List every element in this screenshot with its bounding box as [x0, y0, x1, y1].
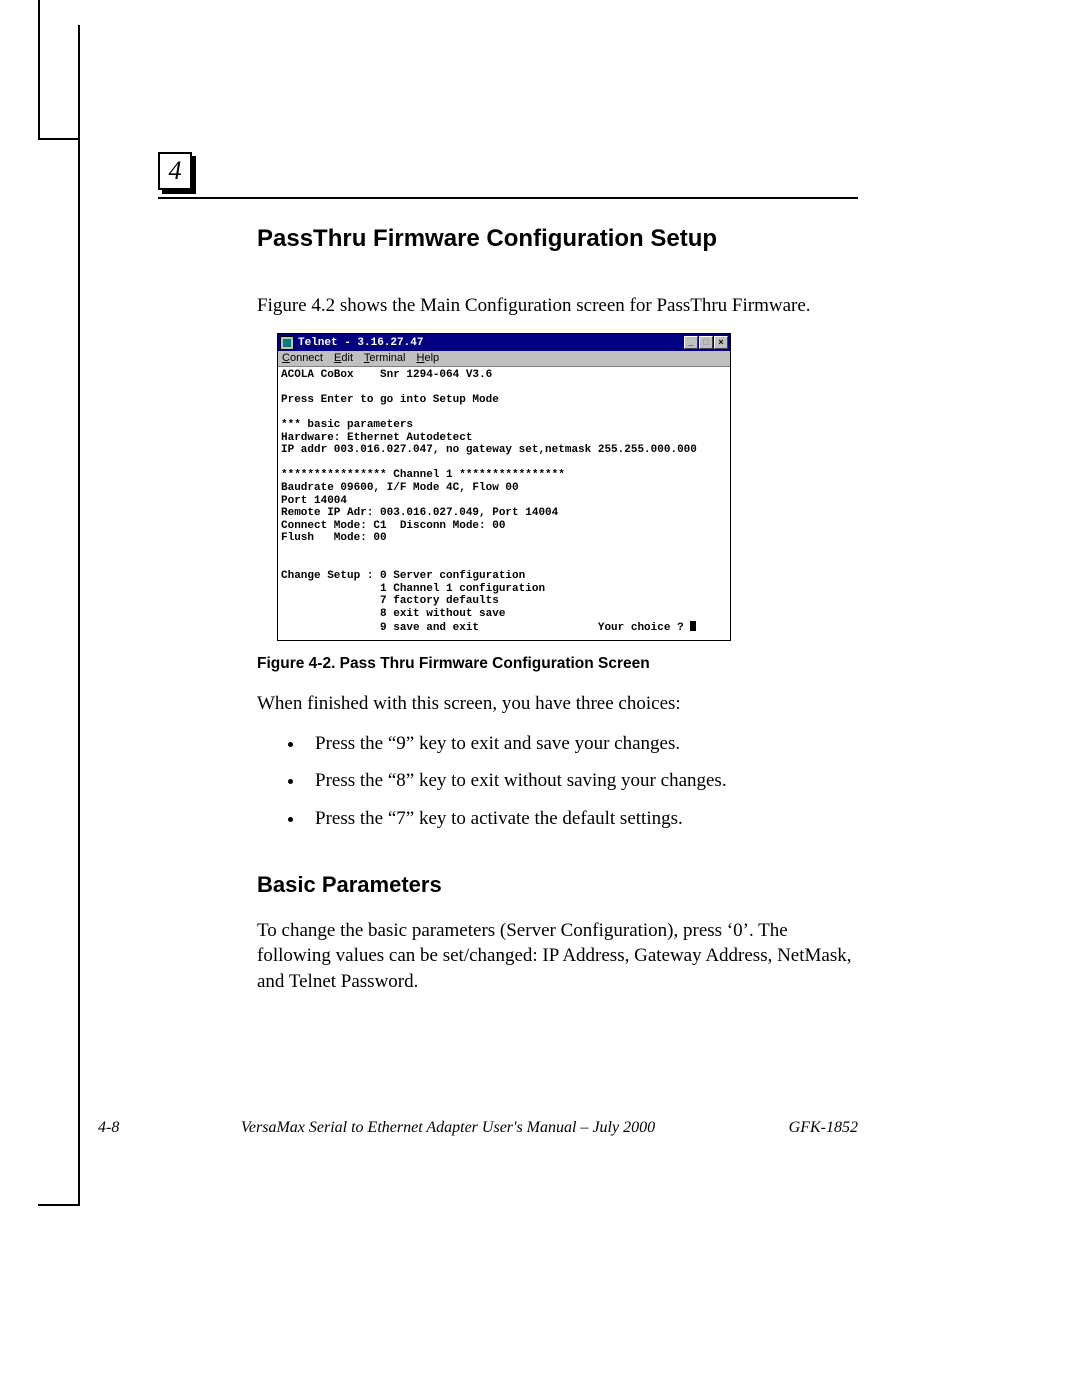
page-number: 4-8 — [98, 1119, 119, 1137]
terminal-output[interactable]: ACOLA CoBox Snr 1294-064 V3.6 Press Ente… — [278, 367, 730, 640]
body-text: When finished with this screen, you have… — [257, 691, 855, 717]
choices-list: Press the “9” key to exit and save your … — [287, 731, 855, 832]
figure-caption: Figure 4-2. Pass Thru Firmware Configura… — [257, 655, 855, 673]
menu-help[interactable]: Help — [417, 352, 440, 364]
intro-paragraph: Figure 4.2 shows the Main Configuration … — [257, 293, 855, 319]
menu-bar: CConnectonnect Edit Terminal Help — [278, 351, 730, 367]
telnet-window: Telnet - 3.16.27.47 _ □ × CConnectonnect… — [277, 333, 731, 641]
chapter-number-box: 4 — [158, 152, 192, 190]
body-text: To change the basic parameters (Server C… — [257, 918, 855, 995]
menu-terminal[interactable]: Terminal — [364, 352, 406, 364]
section-heading: Basic Parameters — [257, 872, 855, 898]
footer-title: VersaMax Serial to Ethernet Adapter User… — [168, 1119, 728, 1137]
section-heading: PassThru Firmware Configuration Setup — [257, 225, 855, 253]
crop-mark — [78, 25, 80, 1205]
window-title: Telnet - 3.16.27.47 — [298, 337, 423, 349]
doc-number: GFK-1852 — [789, 1119, 858, 1137]
menu-connect[interactable]: CConnectonnect — [282, 352, 323, 364]
cursor — [690, 621, 696, 631]
menu-edit[interactable]: Edit — [334, 352, 353, 364]
list-item: Press the “8” key to exit without saving… — [305, 768, 855, 794]
crop-mark — [38, 138, 78, 140]
close-button[interactable]: × — [714, 336, 728, 349]
maximize-button[interactable]: □ — [699, 336, 713, 349]
horizontal-rule — [158, 197, 858, 199]
list-item: Press the “9” key to exit and save your … — [305, 731, 855, 757]
minimize-button[interactable]: _ — [684, 336, 698, 349]
list-item: Press the “7” key to activate the defaul… — [305, 806, 855, 832]
app-icon — [280, 336, 294, 350]
crop-mark — [38, 1204, 80, 1206]
crop-mark — [38, 0, 40, 138]
window-titlebar: Telnet - 3.16.27.47 _ □ × — [278, 334, 730, 351]
